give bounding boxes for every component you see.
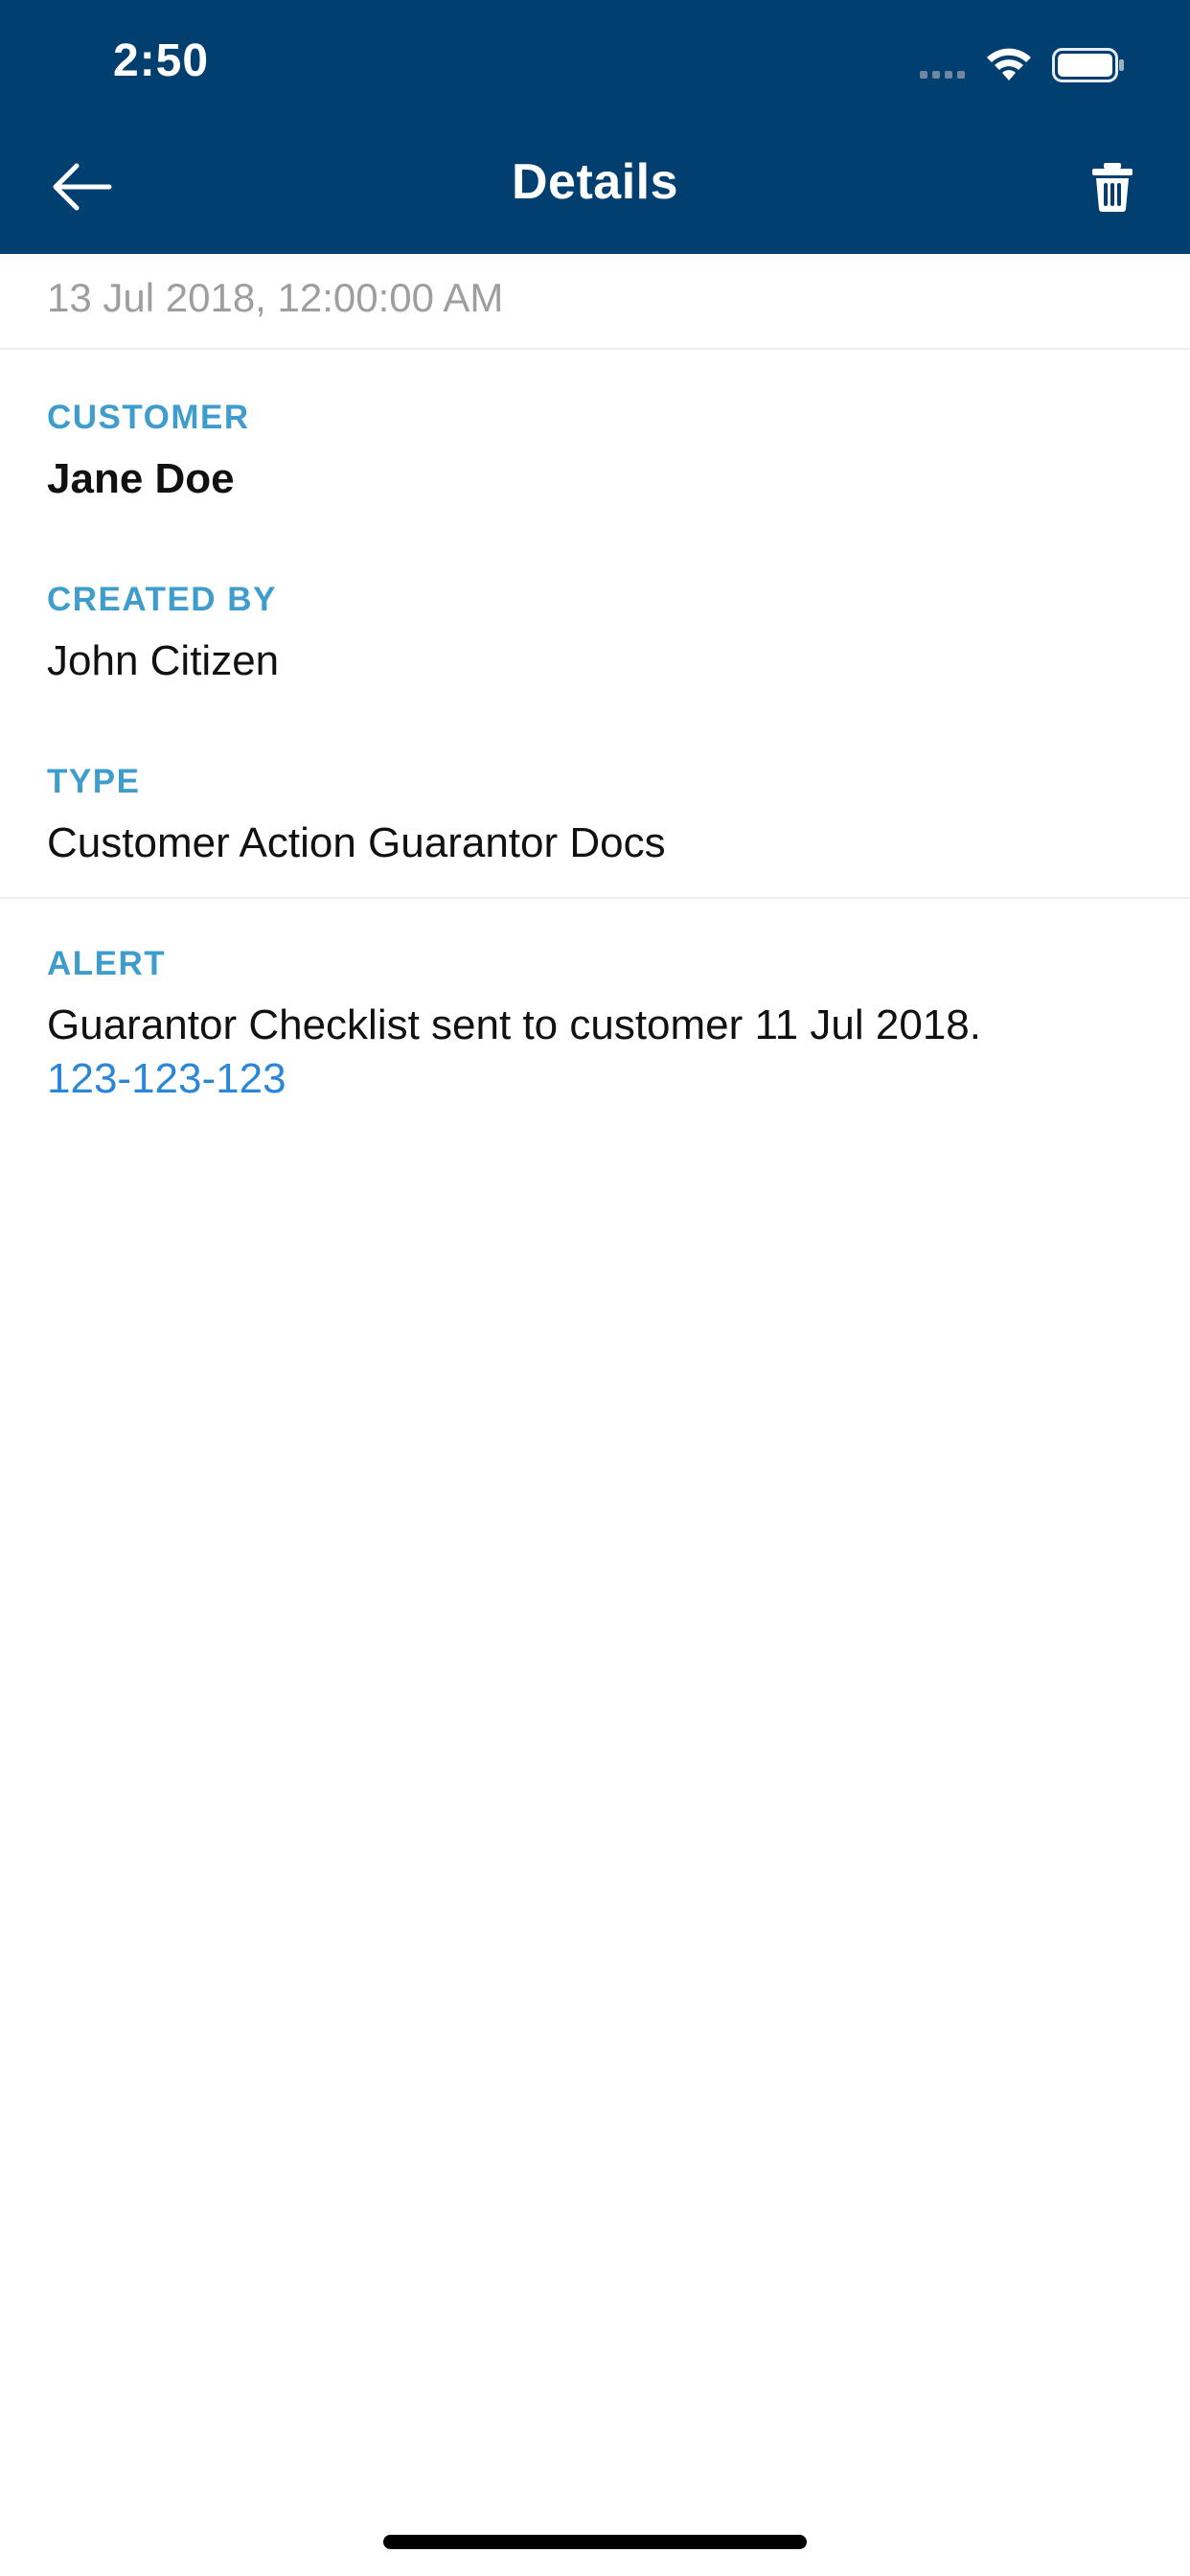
customer-label: CUSTOMER (47, 399, 250, 436)
date-row: 13 Jul 2018, 12:00:00 AM (0, 254, 1190, 350)
record-date: 13 Jul 2018, 12:00:00 AM (47, 275, 504, 320)
customer-field: CUSTOMER Jane Doe (47, 399, 1143, 506)
alert-text: Guarantor Checklist sent to customer 11 … (47, 1001, 982, 1048)
created-by-field: CREATED BY John Citizen (47, 581, 1143, 688)
battery-icon (1052, 48, 1124, 82)
wifi-icon (987, 48, 1031, 80)
top-bar: 2:50 Details (0, 0, 1190, 254)
trash-icon[interactable] (1090, 161, 1134, 213)
type-field: TYPE Customer Action Guarantor Docs (47, 763, 1143, 870)
cellular-signal-icon (920, 71, 965, 79)
section-divider (0, 897, 1190, 899)
alert-label: ALERT (47, 945, 167, 982)
alert-field: ALERT Guarantor Checklist sent to custom… (47, 945, 1143, 1106)
type-value: Customer Action Guarantor Docs (47, 819, 666, 866)
created-by-value: John Citizen (47, 637, 280, 684)
alert-message: Guarantor Checklist sent to customer 11 … (47, 999, 1143, 1106)
customer-value: Jane Doe (47, 455, 235, 502)
type-label: TYPE (47, 763, 141, 800)
alert-phone-link[interactable]: 123-123-123 (47, 1052, 1143, 1106)
home-indicator (383, 2535, 807, 2549)
status-time: 2:50 (113, 35, 210, 86)
page-title: Details (511, 154, 679, 210)
created-by-label: CREATED BY (47, 581, 277, 618)
